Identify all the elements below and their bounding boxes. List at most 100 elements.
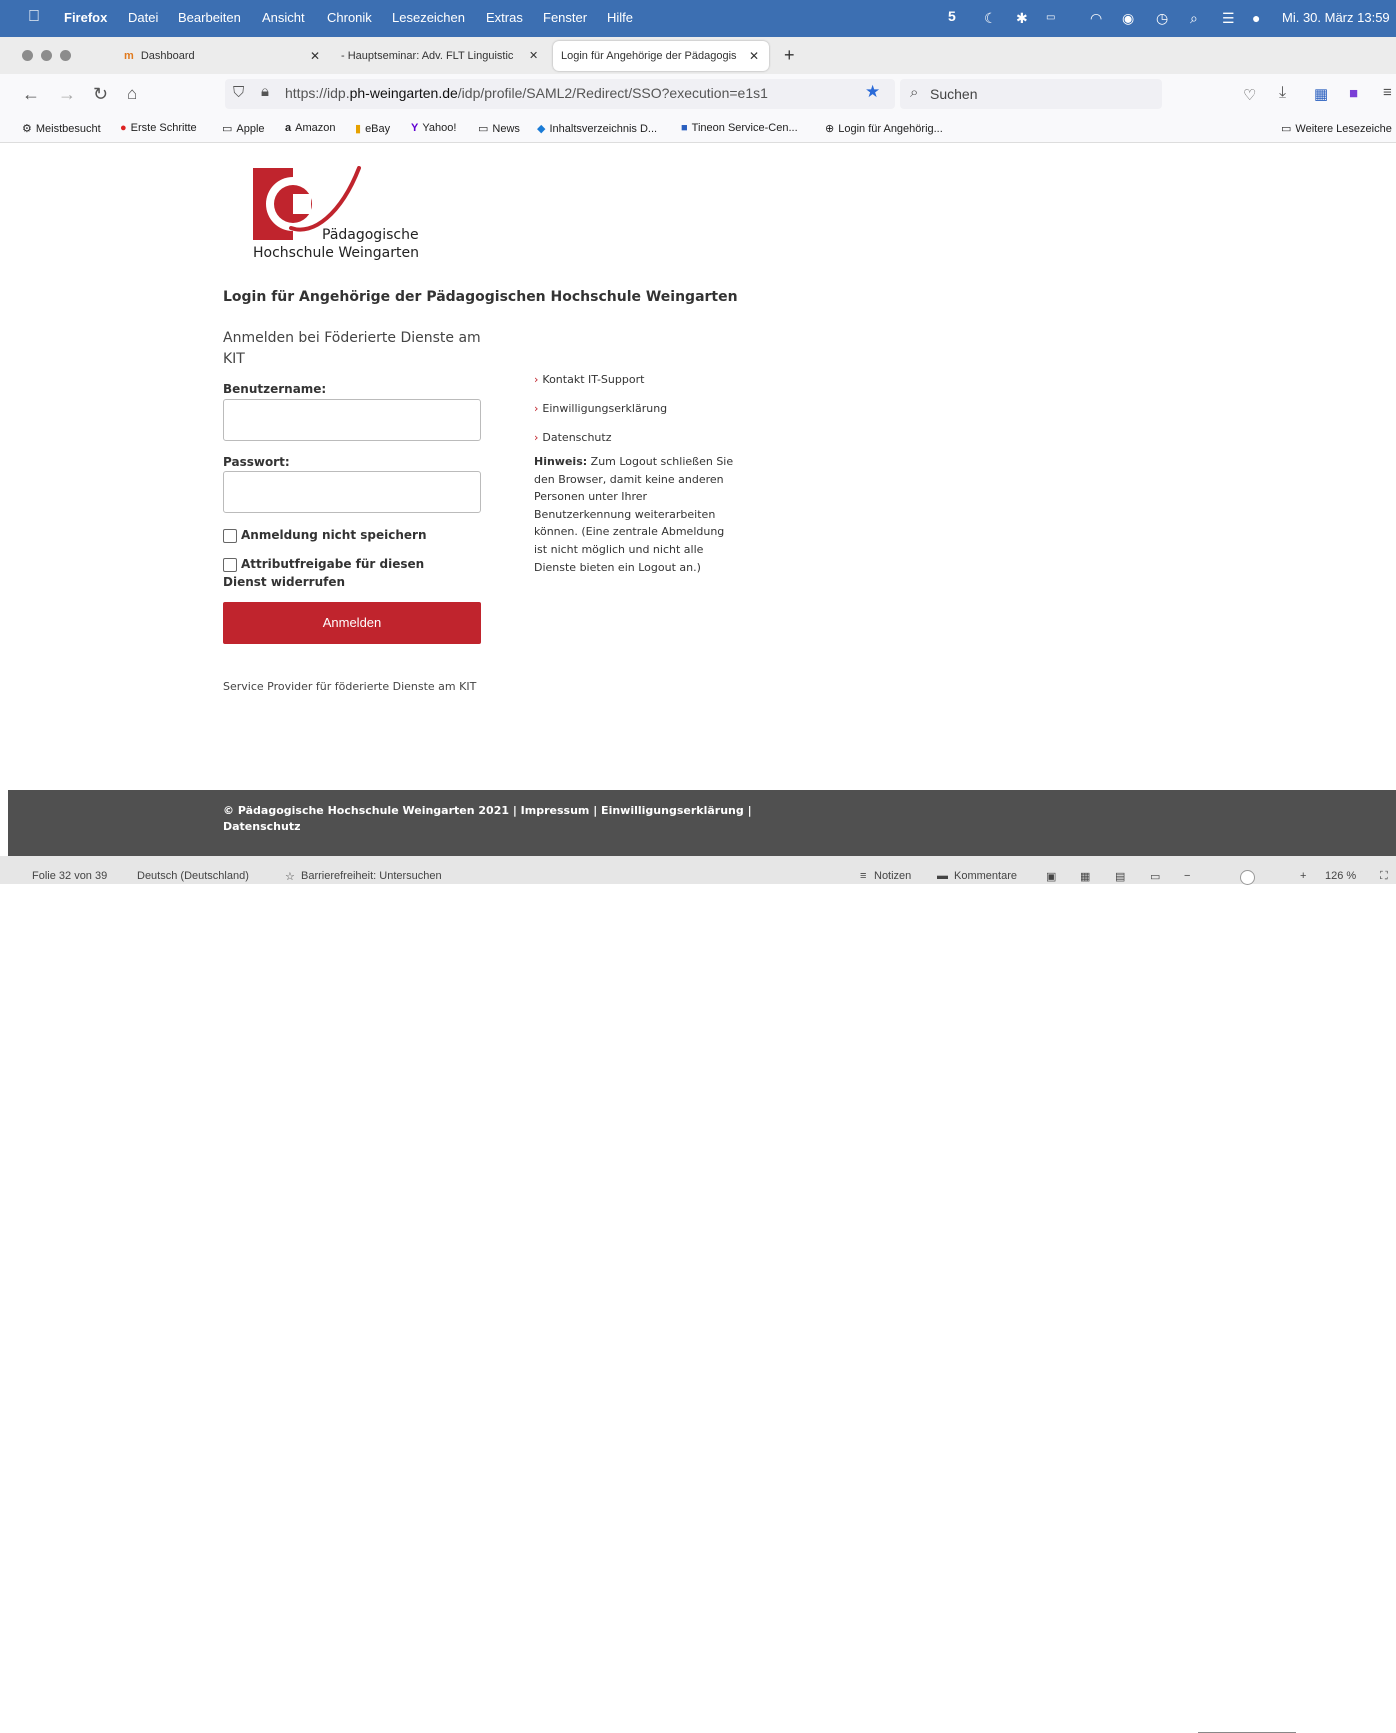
download-icon[interactable]: ⤓ bbox=[1279, 84, 1286, 102]
menubar-clock[interactable]: Mi. 30. März 13:59 bbox=[1282, 10, 1390, 25]
bookmark-login[interactable]: ⊕ Login für Angehörig... bbox=[825, 122, 943, 135]
extension2-icon[interactable]: ■ bbox=[1349, 85, 1358, 102]
menu-fenster[interactable]: Fenster bbox=[543, 10, 587, 25]
apple-icon[interactable]:  bbox=[28, 8, 40, 26]
link-label: Kontakt IT-Support bbox=[542, 373, 645, 386]
search-placeholder: Suchen bbox=[930, 86, 978, 102]
url-text[interactable]: https://idp.ph-weingarten.de/idp/profile… bbox=[285, 85, 768, 101]
do-not-store-label[interactable]: Anmeldung nicht speichern bbox=[223, 526, 473, 544]
bookmarks-bar: ⚙ Meistbesucht ● Erste Schritte ▭ Apple a Am… bbox=[0, 114, 1396, 143]
menu-chronik[interactable]: Chronik bbox=[327, 10, 372, 25]
pocket-icon[interactable]: ♡ bbox=[1243, 86, 1256, 104]
folder-icon: ▭ bbox=[1281, 123, 1292, 135]
bookmark-amazon[interactable]: a Amazon bbox=[285, 122, 335, 134]
search-input[interactable]: ⌕ Suchen bbox=[900, 79, 1162, 109]
back-icon[interactable]: ← bbox=[22, 84, 40, 105]
presenter-view-icon[interactable]: ▭ bbox=[1150, 870, 1160, 883]
menu-lesezeichen[interactable]: Lesezeichen bbox=[392, 10, 465, 25]
tab-hauptseminar[interactable]: - Hauptseminar: Adv. FLT Linguistic bbox=[341, 41, 541, 71]
menu-datei[interactable]: Datei bbox=[128, 10, 158, 25]
battery-icon[interactable]: ▭ bbox=[1046, 12, 1055, 23]
bookmark-label: Inhaltsverzeichnis D... bbox=[549, 123, 658, 135]
zoom-level[interactable]: 126 % bbox=[1325, 870, 1356, 882]
menu-app-firefox[interactable]: Firefox bbox=[64, 10, 107, 25]
password-input[interactable] bbox=[223, 471, 481, 513]
link-consent[interactable]: › Einwilligungserklärung bbox=[534, 402, 667, 415]
tab-label: Dashboard bbox=[140, 50, 195, 62]
folder-icon: ▭ bbox=[222, 123, 233, 135]
spotlight-icon[interactable]: ⌕ bbox=[1190, 10, 1198, 27]
username-input[interactable] bbox=[223, 399, 481, 441]
slide-counter: Folie 32 von 39 bbox=[32, 870, 108, 882]
notes-button[interactable]: Notizen bbox=[874, 870, 911, 882]
login-button[interactable]: Anmelden bbox=[223, 602, 481, 644]
menu-bearbeiten[interactable]: Bearbeiten bbox=[178, 10, 241, 25]
macos-menubar:  Firefox Datei Bearbeiten Ansicht Chron… bbox=[0, 0, 1396, 37]
hamburger-menu-icon[interactable]: ≡ bbox=[1383, 84, 1392, 101]
comments-icon: ▬ bbox=[937, 870, 948, 882]
zoom-slider-thumb[interactable] bbox=[1240, 870, 1255, 885]
link-it-support[interactable]: › Kontakt IT-Support bbox=[534, 373, 644, 386]
tineon-icon: ■ bbox=[681, 122, 688, 134]
shield-icon[interactable]: ⛉ bbox=[233, 84, 244, 101]
link-privacy[interactable]: › Datenschutz bbox=[534, 431, 611, 444]
revoke-consent-label[interactable]: Attributfreigabe für diesen Dienst wider… bbox=[223, 555, 433, 591]
home-icon[interactable]: ⌂ bbox=[127, 84, 137, 104]
zoom-out-icon[interactable]: − bbox=[1184, 870, 1190, 882]
comments-button[interactable]: Kommentare bbox=[954, 870, 1017, 882]
extension-icon[interactable]: ▦ bbox=[1314, 85, 1328, 103]
moon-icon[interactable]: ☾ bbox=[984, 10, 997, 27]
zoom-window-button[interactable] bbox=[60, 50, 71, 61]
lock-icon[interactable]: 🔒︎ bbox=[261, 83, 269, 100]
close-tab-icon[interactable]: ✕ bbox=[310, 41, 320, 71]
tab-login[interactable]: Login für Angehörige der Pädagogis ✕ bbox=[553, 41, 769, 71]
logout-hint: Hinweis: Zum Logout schließen Sie den Br… bbox=[534, 453, 734, 576]
bookmark-news[interactable]: ▭ News bbox=[478, 122, 520, 135]
siri-icon[interactable]: ● bbox=[1252, 10, 1260, 26]
bookmark-ebay[interactable]: ▮ eBay bbox=[355, 122, 390, 135]
minimize-window-button[interactable] bbox=[41, 50, 52, 61]
new-tab-button[interactable]: + bbox=[784, 40, 795, 70]
yahoo-icon: Y bbox=[411, 122, 419, 134]
url-bar[interactable]: ⛉ 🔒︎ https://idp.ph-weingarten.de/idp/pr… bbox=[225, 79, 895, 109]
bookmark-weitere[interactable]: ▭ Weitere Lesezeiche bbox=[1281, 122, 1392, 135]
bookmark-star-icon[interactable]: ★ bbox=[865, 82, 880, 102]
bookmark-erste-schritte[interactable]: ● Erste Schritte bbox=[120, 122, 197, 134]
menu-extras[interactable]: Extras bbox=[486, 10, 523, 25]
language-indicator[interactable]: Deutsch (Deutschland) bbox=[137, 870, 249, 882]
fit-slide-icon[interactable]: ⛶ bbox=[1380, 870, 1388, 883]
notes-icon: ≡ bbox=[860, 870, 867, 882]
bookmark-apple[interactable]: ▭ Apple bbox=[222, 122, 265, 135]
menu-ansicht[interactable]: Ansicht bbox=[262, 10, 305, 25]
chevron-right-icon: › bbox=[534, 373, 539, 386]
browser-navbar: ← → ↻ ⌂ ⛉ 🔒︎ https://idp.ph-weingarten.d… bbox=[0, 74, 1396, 114]
control-center-icon[interactable]: ☰ bbox=[1222, 10, 1235, 27]
app-status-icon[interactable]: 5 bbox=[948, 8, 956, 24]
footer-text[interactable]: © Pädagogische Hochschule Weingarten 202… bbox=[223, 803, 783, 835]
bookmark-label: Yahoo! bbox=[422, 122, 457, 134]
bookmark-yahoo[interactable]: Y Yahoo! bbox=[411, 122, 456, 134]
time-machine-icon[interactable]: ◷ bbox=[1156, 10, 1168, 27]
forward-icon[interactable]: → bbox=[58, 84, 76, 105]
bookmark-tineon[interactable]: ■ Tineon Service-Cen... bbox=[681, 122, 798, 134]
reload-icon[interactable]: ↻ bbox=[93, 84, 108, 105]
page-footer: © Pädagogische Hochschule Weingarten 202… bbox=[8, 790, 1396, 856]
wifi-icon[interactable]: ◠ bbox=[1090, 10, 1102, 27]
reading-view-icon[interactable]: ▤ bbox=[1115, 870, 1125, 883]
bookmark-meistbesucht[interactable]: ⚙ Meistbesucht bbox=[22, 122, 101, 135]
zoom-in-icon[interactable]: + bbox=[1300, 870, 1306, 882]
bookmark-label: Meistbesucht bbox=[35, 123, 101, 135]
close-tab-icon[interactable]: ✕ bbox=[529, 41, 538, 71]
close-tab-icon[interactable]: ✕ bbox=[749, 41, 759, 71]
bluetooth-icon[interactable]: ✱ bbox=[1016, 10, 1028, 27]
accessibility-check[interactable]: Barrierefreiheit: Untersuchen bbox=[301, 870, 442, 882]
gear-icon: ⚙ bbox=[22, 123, 32, 135]
tab-dashboard[interactable]: m Dashboard ✕ bbox=[124, 41, 320, 71]
menu-hilfe[interactable]: Hilfe bbox=[607, 10, 633, 25]
normal-view-icon[interactable]: ▣ bbox=[1046, 870, 1056, 883]
close-window-button[interactable] bbox=[22, 50, 33, 61]
bookmark-label: Tineon Service-Cen... bbox=[691, 122, 798, 134]
user-icon[interactable]: ◉ bbox=[1122, 10, 1134, 27]
sorter-view-icon[interactable]: ▦ bbox=[1080, 870, 1090, 883]
bookmark-inhaltsverzeichnis[interactable]: ◆ Inhaltsverzeichnis D... bbox=[537, 122, 657, 135]
